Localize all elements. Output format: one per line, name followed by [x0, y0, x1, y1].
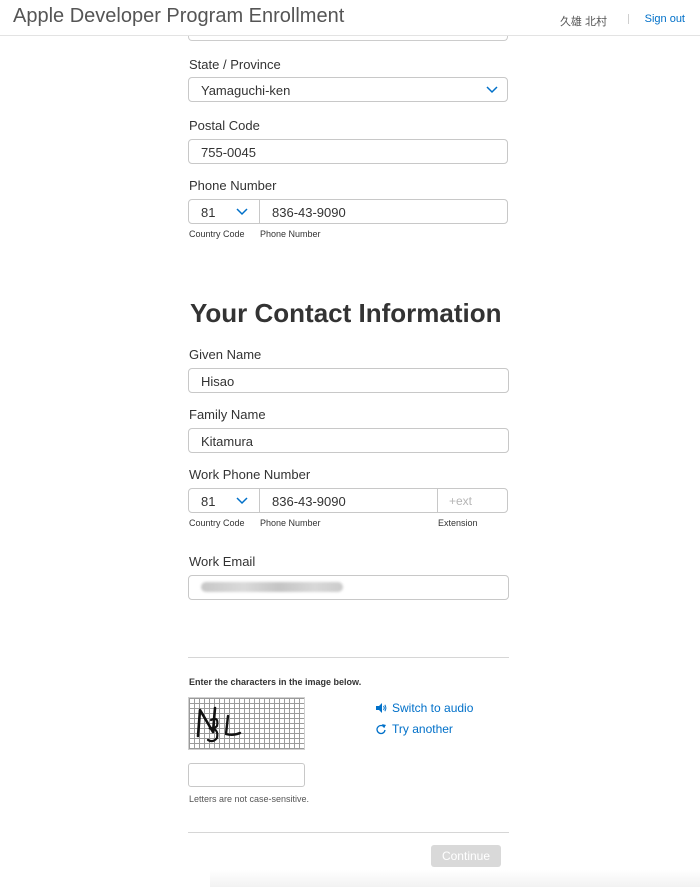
work-email-label: Work Email [189, 554, 256, 569]
bottom-fade [210, 870, 700, 887]
refresh-icon [376, 724, 386, 735]
work-phone-number-input[interactable]: 836-43-9090 [260, 489, 437, 512]
state-value: Yamaguchi-ken [201, 83, 291, 98]
chevron-down-icon [236, 497, 248, 505]
work-phone-group: 81 836-43-9090 +ext [188, 488, 508, 513]
header-divider [628, 14, 629, 24]
sign-out-link[interactable]: Sign out [645, 13, 685, 25]
phone-number-input[interactable]: 836-43-9090 [260, 200, 507, 223]
work-email-input[interactable] [188, 575, 509, 600]
speaker-icon [376, 703, 387, 713]
extension-input[interactable]: +ext [437, 489, 507, 512]
footer-divider [188, 832, 509, 833]
captcha-characters [196, 706, 242, 743]
given-name-value: Hisao [201, 374, 235, 389]
app-title: Apple Developer Program Enrollment [13, 5, 345, 27]
try-another-label: Try another [392, 722, 453, 736]
switch-to-audio-label: Switch to audio [392, 701, 474, 715]
case-sensitivity-note: Letters are not case-sensitive. [189, 794, 310, 804]
family-name-input[interactable]: Kitamura [188, 428, 509, 453]
extension-caption: Extension [438, 518, 478, 528]
family-name-value: Kitamura [201, 434, 254, 449]
continue-button[interactable]: Continue [431, 845, 501, 867]
captcha-image [188, 697, 305, 750]
captcha-prompt: Enter the characters in the image below. [189, 677, 362, 687]
phone-number-caption: Phone Number [260, 229, 321, 239]
captcha-answer-input[interactable] [188, 763, 305, 787]
postal-code-label: Postal Code [189, 118, 260, 133]
state-select[interactable]: Yamaguchi-ken [188, 77, 508, 102]
country-code-caption: Country Code [189, 229, 245, 239]
section-divider [188, 657, 509, 658]
phone-number-label: Phone Number [189, 178, 277, 193]
user-name: 久雄 北村 [559, 16, 607, 28]
blurred-email-value [201, 582, 343, 592]
work-phone-number-value: 836-43-9090 [272, 494, 346, 509]
country-code-select[interactable]: 81 [189, 200, 260, 223]
work-country-code-caption: Country Code [189, 518, 245, 528]
postal-code-value: 755-0045 [201, 145, 256, 160]
work-country-code-value: 81 [201, 494, 216, 509]
state-label: State / Province [189, 57, 281, 72]
extension-placeholder: +ext [449, 494, 473, 508]
given-name-label: Given Name [189, 347, 262, 362]
section-title: Your Contact Information [190, 298, 502, 328]
chevron-down-icon [486, 86, 498, 94]
top-header: Apple Developer Program Enrollment 久雄 北村… [0, 0, 700, 36]
family-name-label: Family Name [189, 407, 266, 422]
work-phone-number-caption: Phone Number [260, 518, 321, 528]
phone-number-value: 836-43-9090 [272, 205, 346, 220]
work-phone-label: Work Phone Number [189, 467, 311, 482]
chevron-down-icon [236, 208, 248, 216]
phone-number-group: 81 836-43-9090 [188, 199, 508, 224]
work-country-code-select[interactable]: 81 [189, 489, 260, 512]
country-code-value: 81 [201, 205, 216, 220]
postal-code-input[interactable]: 755-0045 [188, 139, 508, 164]
given-name-input[interactable]: Hisao [188, 368, 509, 393]
